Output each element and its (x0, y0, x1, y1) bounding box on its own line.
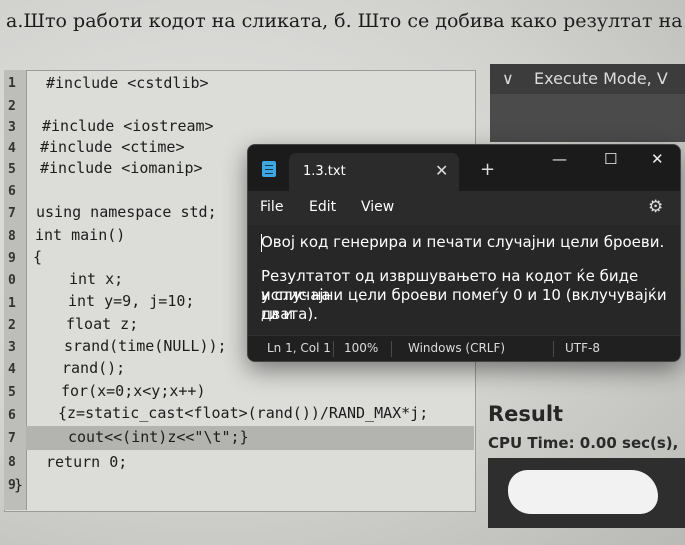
status-bar: Ln 1, Col 1 100% Windows (CRLF) UTF-8 (248, 335, 680, 361)
line-number: 7 (8, 206, 16, 221)
line-number: 4 (8, 362, 16, 377)
line-number: 9 (8, 251, 16, 266)
status-divider (391, 341, 392, 357)
line-number: 2 (8, 318, 16, 333)
code-line: int y=9, j=10; (68, 292, 195, 310)
maximize-icon[interactable]: ☐ (604, 150, 617, 168)
line-number: 1 (8, 76, 16, 91)
code-line: int x; (69, 270, 124, 288)
line-number: 6 (8, 184, 16, 199)
code-line: { (33, 248, 43, 266)
execute-options-area (490, 94, 685, 142)
code-line: #include <cstdlib> (46, 74, 209, 92)
line-number: 7 (8, 431, 16, 446)
execute-mode-label: Execute Mode, V (534, 69, 668, 88)
code-line: srand(time(NULL)); (64, 337, 227, 355)
cpu-time-label: CPU Time: 0.00 sec(s), M (488, 434, 685, 452)
code-line: using namespace std; (36, 203, 217, 221)
settings-gear-icon[interactable]: ⚙ (648, 197, 663, 217)
code-line: #include <ctime> (40, 138, 185, 156)
text-line: двата). (261, 305, 318, 323)
status-divider (333, 341, 334, 357)
zoom-level[interactable]: 100% (344, 341, 378, 355)
menu-edit[interactable]: Edit (309, 199, 336, 215)
line-number: 4 (8, 141, 16, 156)
code-line: } (14, 476, 24, 494)
close-icon[interactable]: ✕ (435, 161, 448, 180)
line-number: 8 (8, 229, 16, 244)
code-line: return 0; (46, 453, 128, 471)
code-line: #include <iostream> (42, 117, 214, 135)
text-editor[interactable]: Овој код генерира и печати случајни цели… (248, 225, 680, 335)
code-line: float z; (66, 315, 139, 333)
text-line: у случајни цели броеви помеѓу 0 и 10 (вк… (261, 286, 667, 323)
code-line: cout<<(int)z<<"\t";} (68, 428, 249, 446)
line-number: 8 (8, 455, 16, 470)
line-ending[interactable]: Windows (CRLF) (408, 341, 505, 355)
line-number: 3 (8, 340, 16, 355)
line-number: 5 (8, 162, 16, 177)
plus-icon[interactable]: + (480, 159, 495, 180)
code-line: int main() (35, 226, 126, 244)
code-line: rand(); (62, 359, 126, 377)
line-number: 6 (8, 408, 16, 423)
code-line: {z=static_cast<float>(rand())/RAND_MAX*j… (58, 404, 429, 422)
question-text: а.Што работи кодот на сликата, б. Што се… (6, 10, 683, 32)
result-heading: Result (488, 402, 564, 426)
line-number: 0 (8, 273, 16, 288)
menu-view[interactable]: View (361, 199, 394, 215)
output-box (488, 458, 685, 528)
menu-file[interactable]: File (260, 199, 283, 215)
cursor-position: Ln 1, Col 1 (267, 341, 331, 355)
status-divider (553, 341, 554, 357)
title-bar[interactable]: 1.3.txt ✕ + — ☐ ✕ (248, 145, 680, 191)
minimize-icon[interactable]: — (552, 150, 567, 168)
line-number: 5 (8, 385, 16, 400)
line-number: 1 (8, 296, 16, 311)
notepad-app-icon (262, 161, 276, 177)
code-line: for(x=0;x<y;x++) (61, 382, 206, 400)
redaction-scribble (508, 470, 658, 514)
execute-mode-bar: ∨ Execute Mode, V (490, 64, 685, 94)
notepad-window: 1.3.txt ✕ + — ☐ ✕ File Edit View ⚙ Овој … (247, 144, 681, 362)
line-number: 2 (8, 99, 16, 114)
text-line: Овој код генерира и печати случајни цели… (261, 233, 665, 251)
chevron-down-icon: ∨ (502, 69, 514, 88)
tab-file[interactable]: 1.3.txt ✕ (289, 153, 459, 191)
line-number: 3 (8, 120, 16, 135)
code-line: #include <iomanip> (40, 159, 203, 177)
close-window-icon[interactable]: ✕ (651, 150, 664, 168)
tab-title: 1.3.txt (303, 164, 346, 179)
menu-bar: File Edit View ⚙ (248, 191, 680, 225)
encoding[interactable]: UTF-8 (565, 341, 600, 355)
